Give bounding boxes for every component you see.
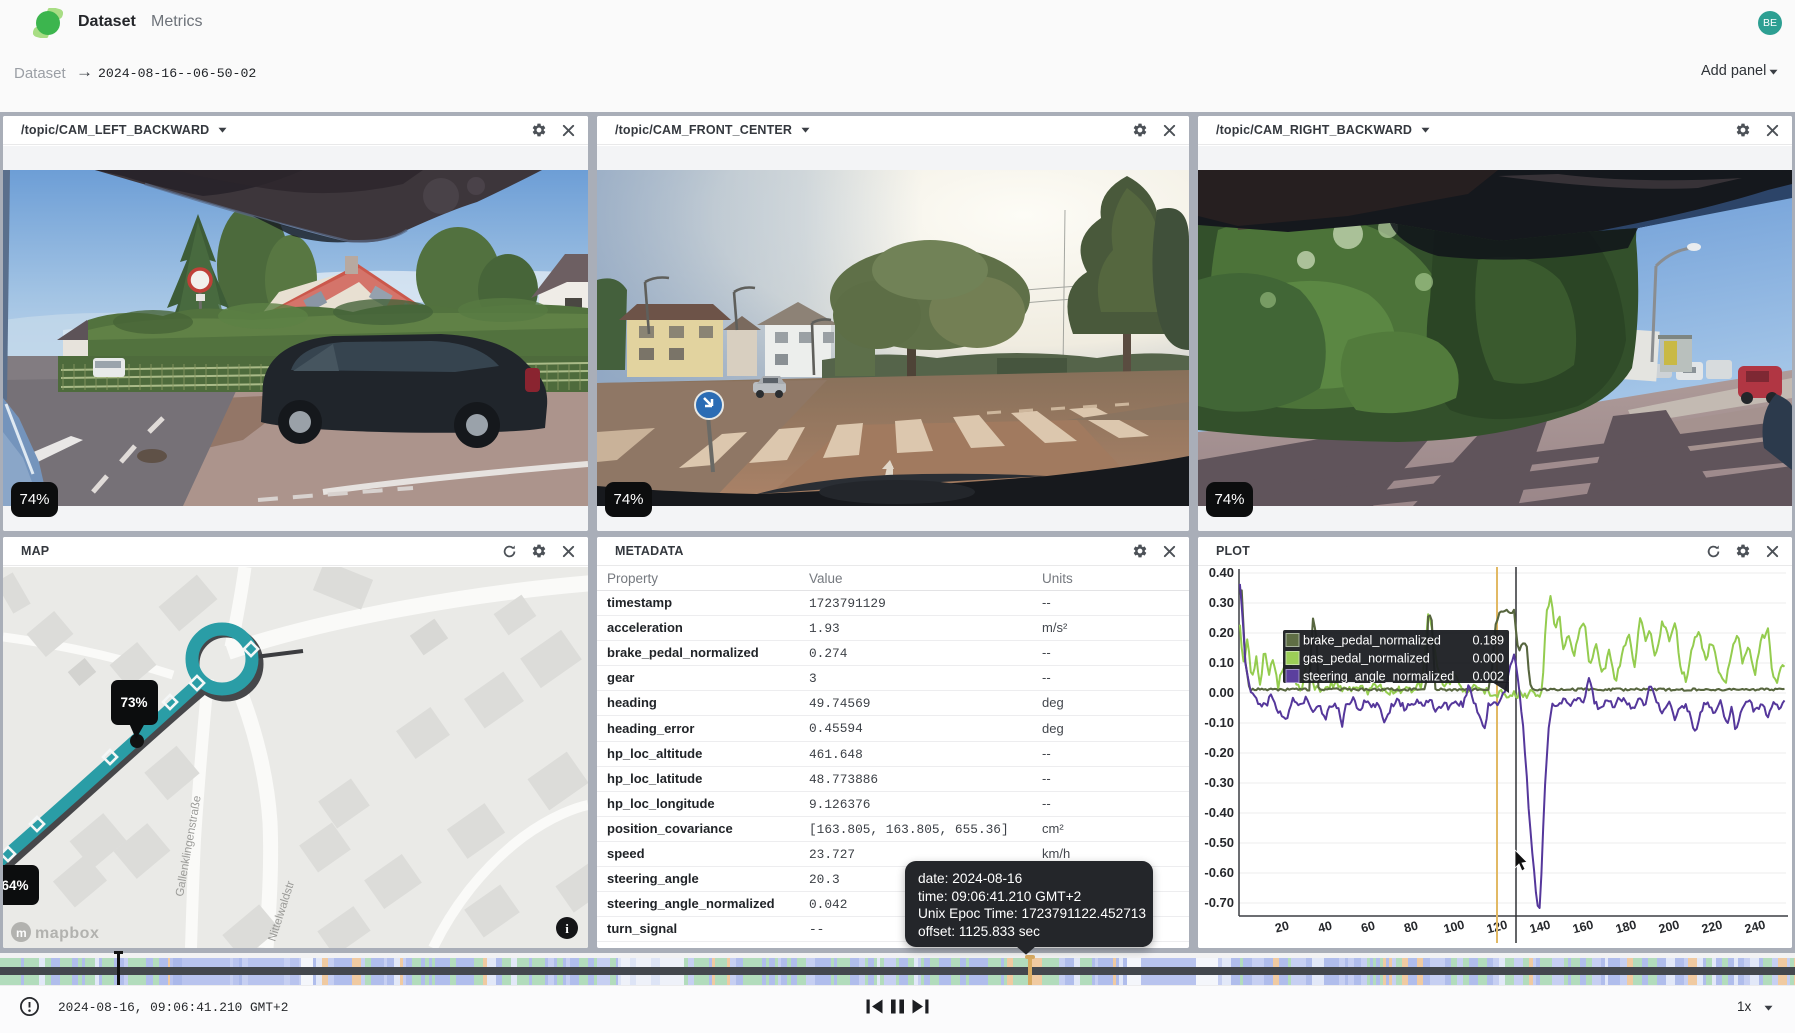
svg-text:0.10: 0.10 (1209, 655, 1234, 670)
svg-text:73%: 73% (120, 695, 147, 710)
svg-text:-0.20: -0.20 (1204, 745, 1234, 760)
svg-text:0.40: 0.40 (1209, 567, 1234, 580)
svg-text:0.20: 0.20 (1209, 625, 1234, 640)
svg-text:0.00: 0.00 (1209, 685, 1234, 700)
svg-text:m: m (16, 926, 27, 940)
svg-text:64%: 64% (3, 878, 29, 893)
svg-text:i: i (565, 921, 569, 936)
svg-text:0.189: 0.189 (1472, 634, 1504, 648)
svg-text:mapbox: mapbox (35, 925, 99, 942)
svg-text:-0.60: -0.60 (1204, 865, 1234, 880)
svg-text:0.30: 0.30 (1209, 595, 1234, 610)
svg-text:0.000: 0.000 (1472, 652, 1504, 666)
svg-text:-0.70: -0.70 (1204, 895, 1234, 910)
svg-text:brake_pedal_normalized: brake_pedal_normalized (1303, 634, 1441, 648)
svg-text:-0.30: -0.30 (1204, 775, 1234, 790)
svg-text:-0.40: -0.40 (1204, 805, 1234, 820)
svg-text:-0.50: -0.50 (1204, 835, 1234, 850)
svg-text:0.002: 0.002 (1472, 670, 1504, 684)
svg-text:-0.10: -0.10 (1204, 715, 1234, 730)
svg-text:steering_angle_normalized: steering_angle_normalized (1303, 670, 1454, 684)
svg-text:gas_pedal_normalized: gas_pedal_normalized (1303, 652, 1430, 666)
